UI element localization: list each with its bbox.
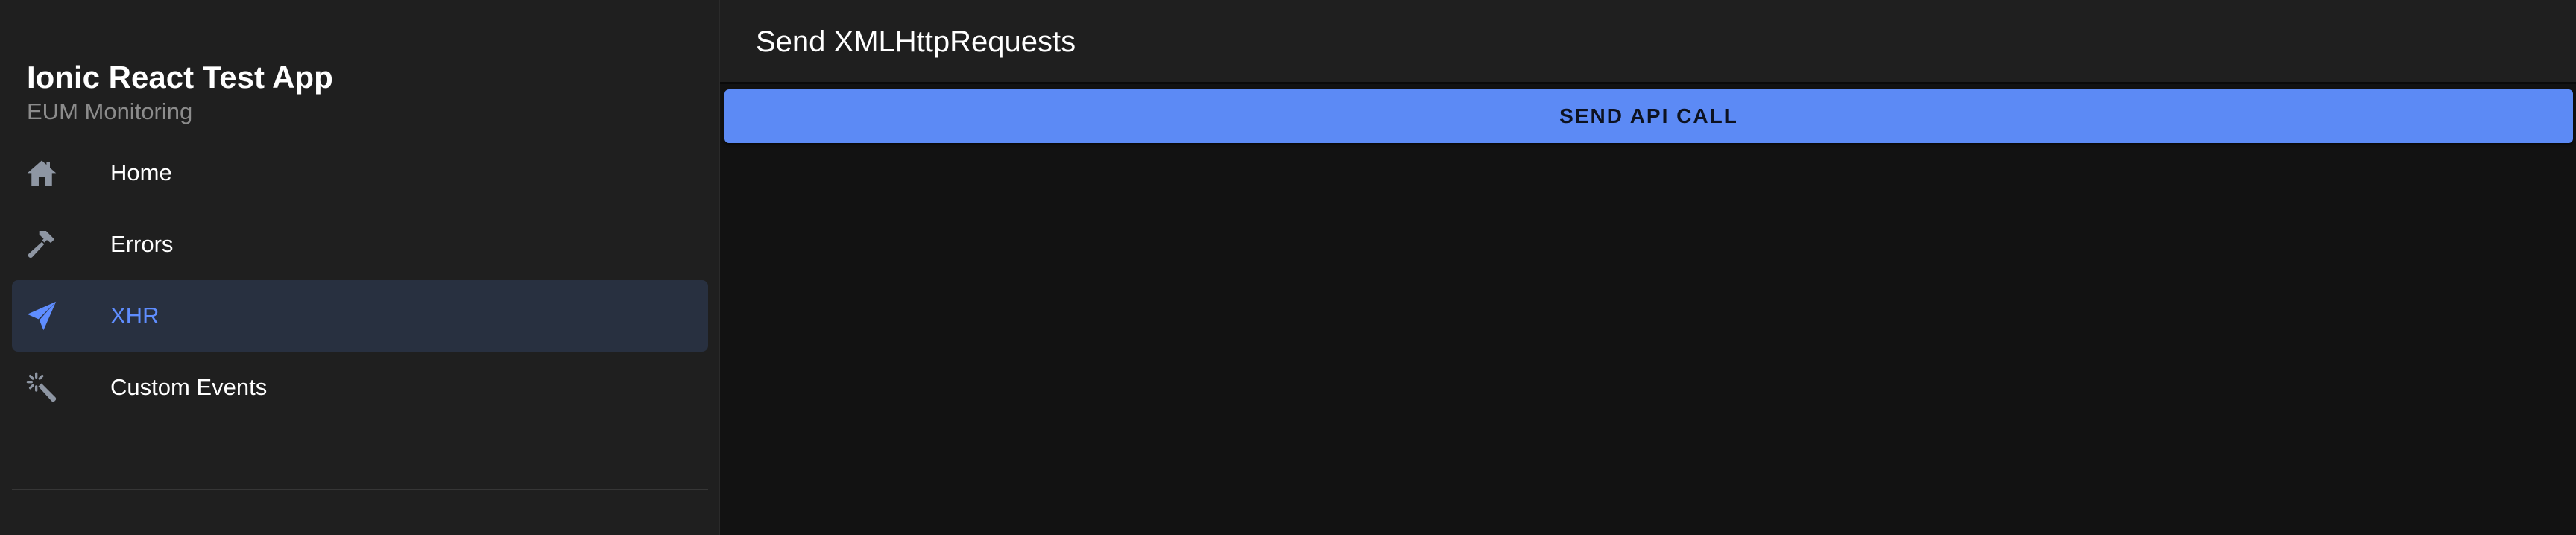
- app-root: Ionic React Test App EUM Monitoring Home: [0, 0, 2576, 535]
- sidebar-nav: Home Errors XHR Custom Events: [12, 137, 708, 423]
- send-api-call-button[interactable]: SEND API CALL: [724, 89, 2573, 143]
- home-icon: [25, 156, 58, 189]
- magic-wand-icon: [25, 371, 58, 404]
- main-content: Send XMLHttpRequests SEND API CALL: [720, 0, 2576, 535]
- app-subtitle: EUM Monitoring: [27, 98, 193, 124]
- sidebar-item-label: XHR: [110, 303, 160, 329]
- sidebar-menu: Ionic React Test App EUM Monitoring Home: [0, 0, 720, 535]
- sidebar-item-custom-events[interactable]: Custom Events: [12, 352, 708, 423]
- page-header: Send XMLHttpRequests: [720, 0, 2576, 84]
- sidebar-item-label: Custom Events: [110, 374, 268, 400]
- hammer-icon: [25, 228, 58, 261]
- app-title: Ionic React Test App: [27, 60, 333, 95]
- paper-plane-icon: [25, 300, 58, 332]
- page-title: Send XMLHttpRequests: [756, 25, 1076, 58]
- sidebar-item-xhr[interactable]: XHR: [12, 280, 708, 352]
- sidebar-item-label: Home: [110, 159, 172, 186]
- sidebar-item-label: Errors: [110, 231, 174, 257]
- sidebar-divider: [12, 489, 708, 490]
- sidebar-item-home[interactable]: Home: [12, 137, 708, 209]
- sidebar-item-errors[interactable]: Errors: [12, 209, 708, 280]
